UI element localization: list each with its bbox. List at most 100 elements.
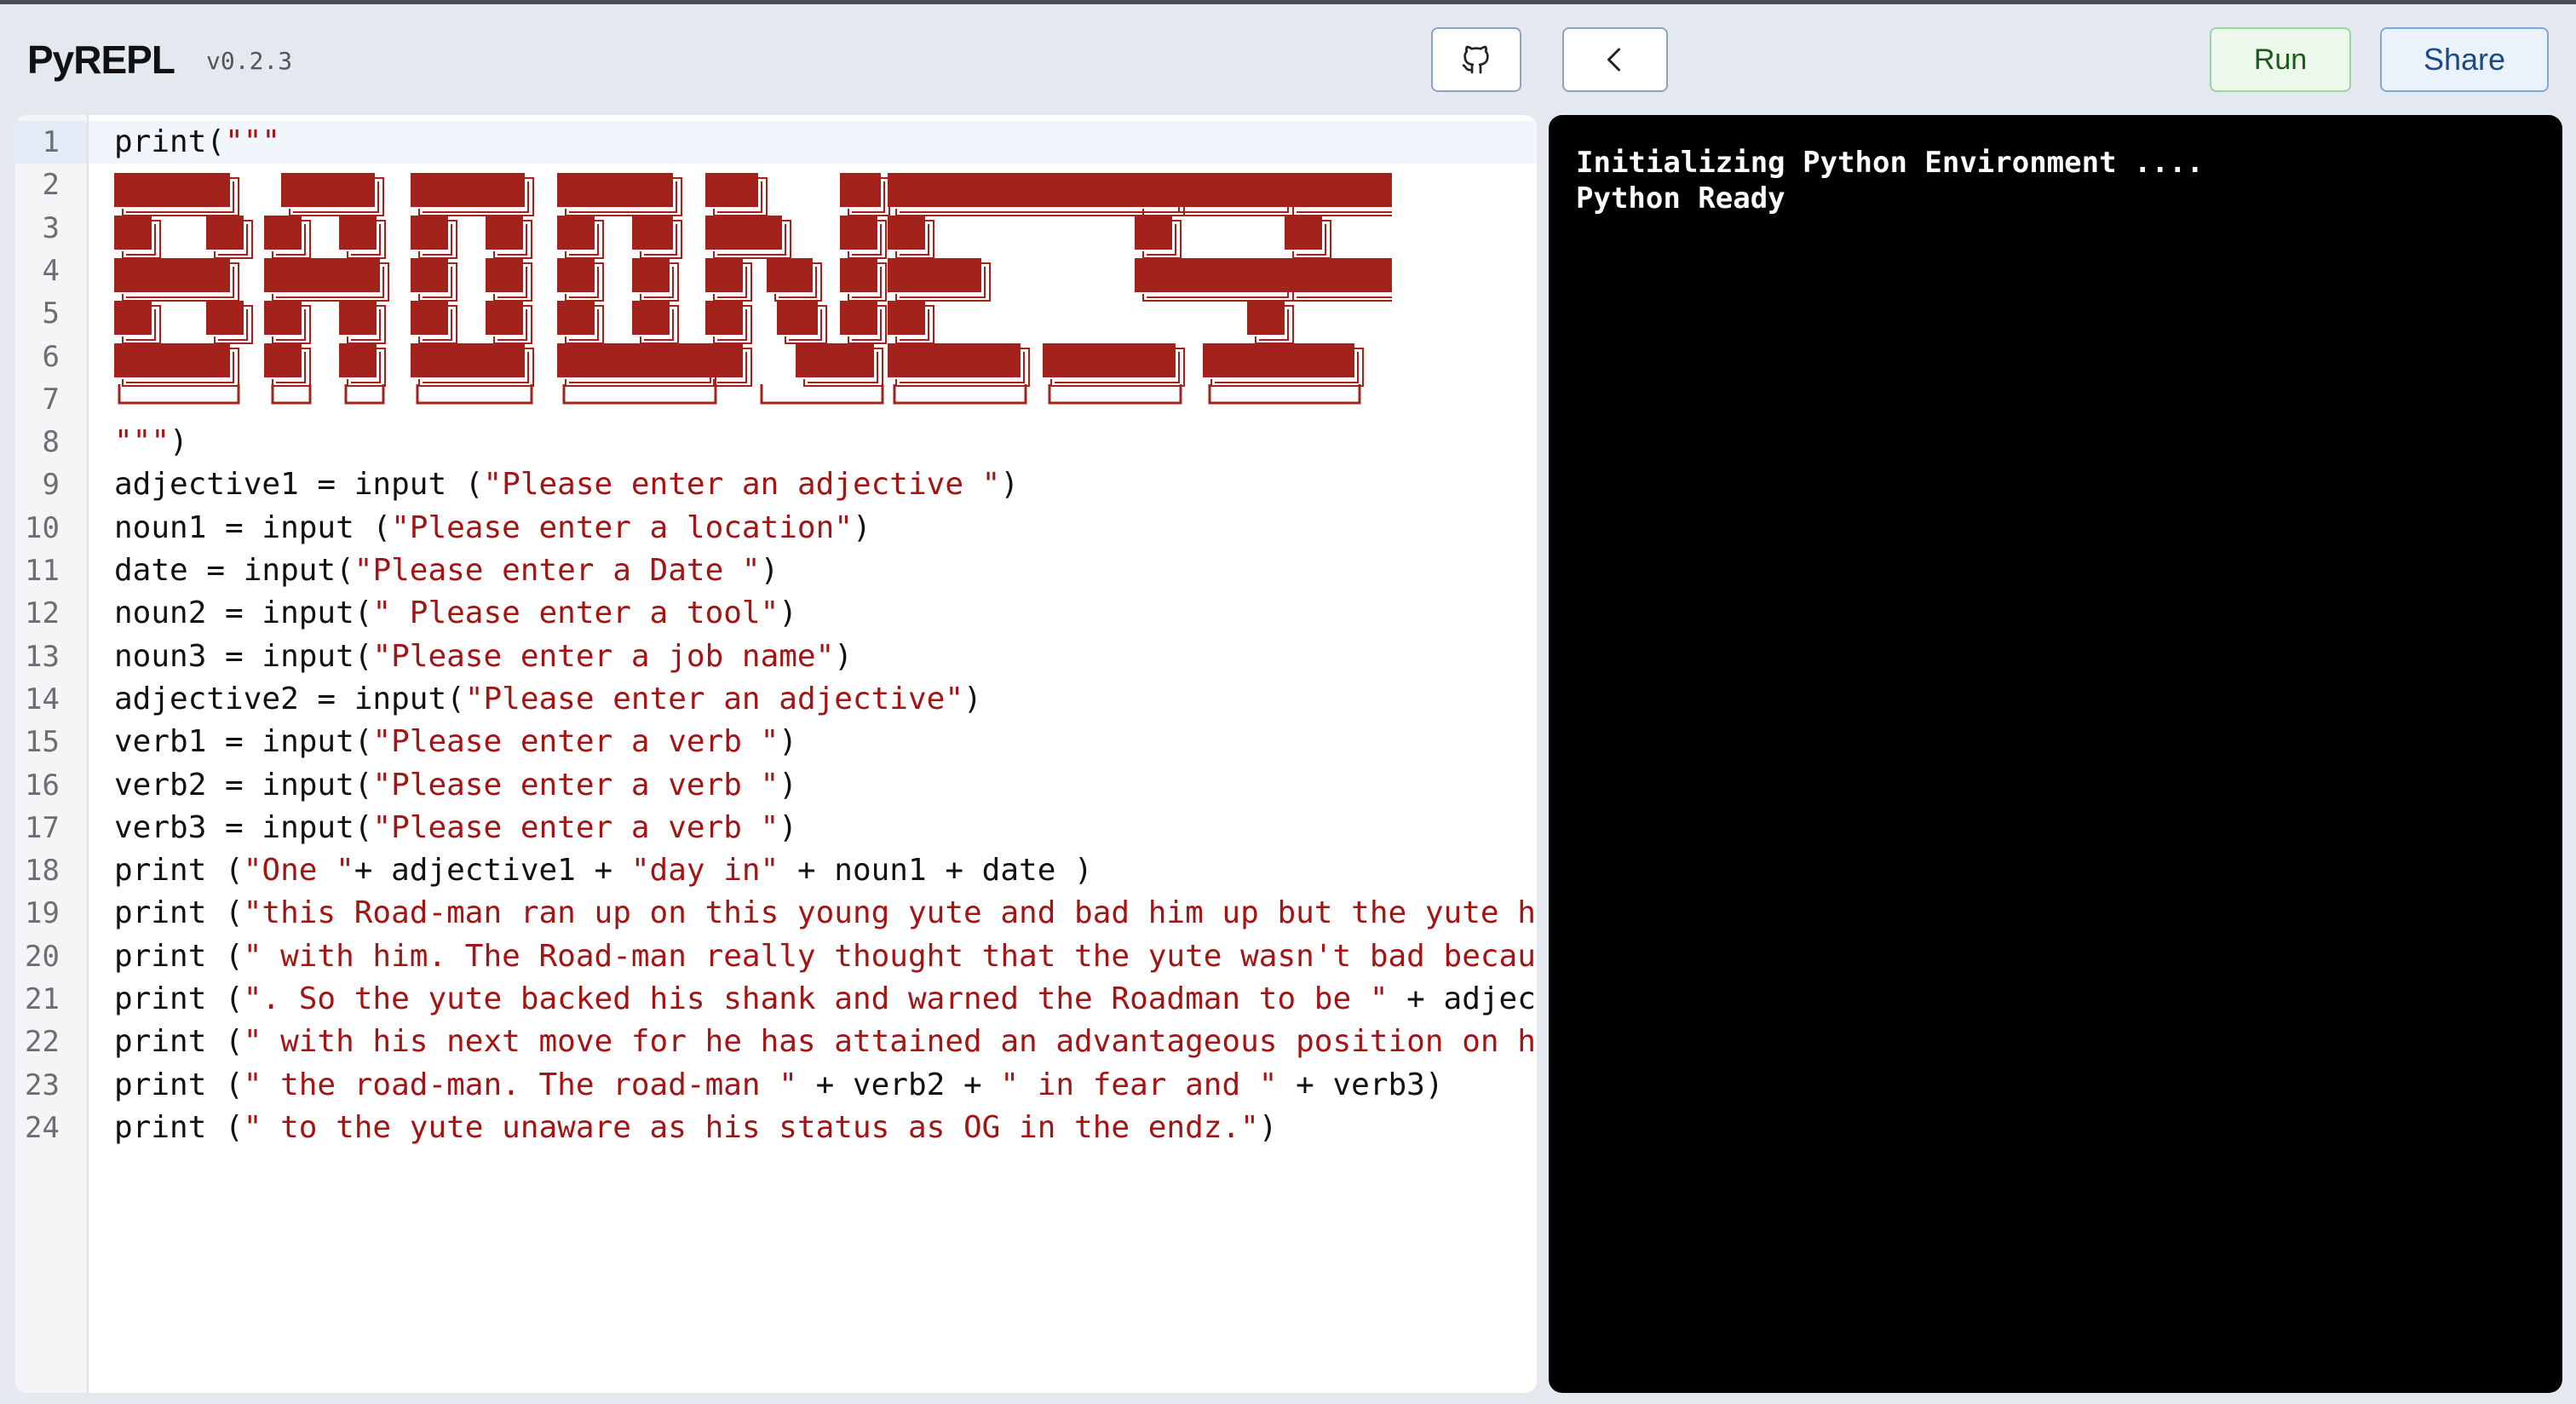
ascii-block [557,343,716,387]
ascii-block [888,216,934,259]
ascii-block [767,258,822,302]
line-number: 8 [42,425,60,460]
ascii-block [411,173,534,216]
ascii-block [705,173,768,216]
ascii-block [888,301,934,344]
ascii-block [888,343,1030,387]
ascii-block [557,216,604,259]
string-literal: "day in" [630,853,779,889]
ascii-bottom-outline [118,384,1361,405]
line-number: 24 [25,1110,60,1145]
app-logo: PyREPL [27,37,175,82]
ascii-block [705,343,752,387]
line-number: 13 [25,639,60,674]
share-button[interactable]: Share [2380,27,2549,92]
code-token: ) [852,509,871,545]
code-line: print (" the road-man. The road-man " + … [114,1064,1444,1107]
back-button[interactable] [1562,27,1668,92]
ascii-block [1043,343,1185,387]
code-line: print (" to the yute unaware as his stat… [114,1107,1277,1149]
output-console[interactable]: Initializing Python Environment .... Pyth… [1549,115,2562,1393]
code-token: print ( [114,938,244,974]
string-literal: "this Road-man ran up on this young yute… [243,895,1537,931]
ascii-block [705,258,752,302]
ascii-block [114,343,239,387]
ascii-block [1285,173,1392,216]
ascii-block [411,343,534,387]
chevron-left-icon [1607,48,1620,72]
ascii-block [557,301,604,344]
line-number: 3 [42,210,60,245]
string-literal: "Please enter a verb " [372,767,779,803]
code-line: date = input("Please enter a Date ") [114,550,779,592]
ascii-block [1203,343,1364,387]
code-token: verb2 = input( [114,767,373,803]
ascii-block [264,258,389,302]
code-token: ) [779,596,797,631]
line-number: 1 [42,125,60,159]
ascii-block [264,216,311,259]
github-icon [1462,45,1489,74]
ascii-block [840,216,887,259]
line-number: 9 [42,468,60,503]
ascii-block [888,258,991,302]
app-version: v0.2.3 [206,47,293,75]
code-token: print ( [114,895,244,931]
string-literal: "One " [243,853,354,889]
code-area[interactable]: print(""" """) adjective1 = input ("Please… [89,115,1537,1393]
line-number: 12 [25,596,60,631]
line-number: 14 [25,682,60,716]
ascii-block [339,343,386,387]
ascii-block [206,216,253,259]
ascii-block [411,216,457,259]
ascii-block [114,216,161,259]
ascii-block [264,343,311,387]
string-literal: " to the yute unaware as his status as O… [243,1109,1259,1145]
console-output-line: Python Ready [1576,181,1785,216]
ascii-block [796,343,883,387]
line-number: 16 [25,768,60,803]
code-token: + adject [1406,981,1537,1016]
code-line: print (" with him. The Road-man really t… [114,935,1537,978]
line-number: 2 [42,168,60,203]
ascii-block [632,258,679,302]
ascii-block [411,301,457,344]
ascii-block [486,216,532,259]
line-number: 19 [25,896,60,931]
line-number: 17 [25,810,60,845]
ascii-block [339,216,386,259]
code-token: adjective1 = input ( [114,467,484,503]
active-line-highlight [89,121,1537,164]
line-number: 18 [25,854,60,889]
code-token: + verb3) [1277,1067,1444,1102]
string-literal: "Please enter a verb " [372,724,779,760]
string-literal: " in fear and " [1000,1067,1278,1102]
string-literal: "Please enter an adjective" [464,681,964,716]
code-token: print( [114,124,226,159]
ascii-block [411,258,457,302]
string-literal: " Please enter a tool" [372,596,779,631]
ascii-block [840,301,887,344]
code-line: adjective1 = input ("Please enter an adj… [114,463,1019,506]
run-button[interactable]: Run [2210,27,2351,92]
code-token: noun1 = input ( [114,509,392,545]
ascii-block [1285,216,1331,259]
line-number: 5 [42,296,60,331]
ascii-block [264,301,311,344]
code-editor[interactable]: 1 2 3 4 5 6 7 8 9 10 11 12 13 14 15 16 17 18 19 20 21 22 23 24 … [15,115,1537,1393]
string-literal: "Please enter a Date " [354,553,761,588]
string-literal: ". So the yute backed his shank and warn… [243,981,1389,1016]
ascii-block [840,173,890,216]
code-line: print (" with his next move for he has a… [114,1021,1537,1063]
code-token: + noun1 + date ) [779,853,1093,889]
code-token: print ( [114,1067,244,1102]
string-literal: """ [225,124,281,159]
string-literal: " the road-man. The road-man " [243,1067,797,1102]
code-line: print (". So the yute backed his shank a… [114,978,1537,1021]
line-number: 23 [25,1067,60,1102]
code-token: ) [1258,1109,1278,1145]
code-token: ) [779,767,797,803]
github-button[interactable] [1431,27,1521,92]
code-line: adjective2 = input("Please enter an adje… [114,678,982,721]
code-line: """) [114,421,188,463]
